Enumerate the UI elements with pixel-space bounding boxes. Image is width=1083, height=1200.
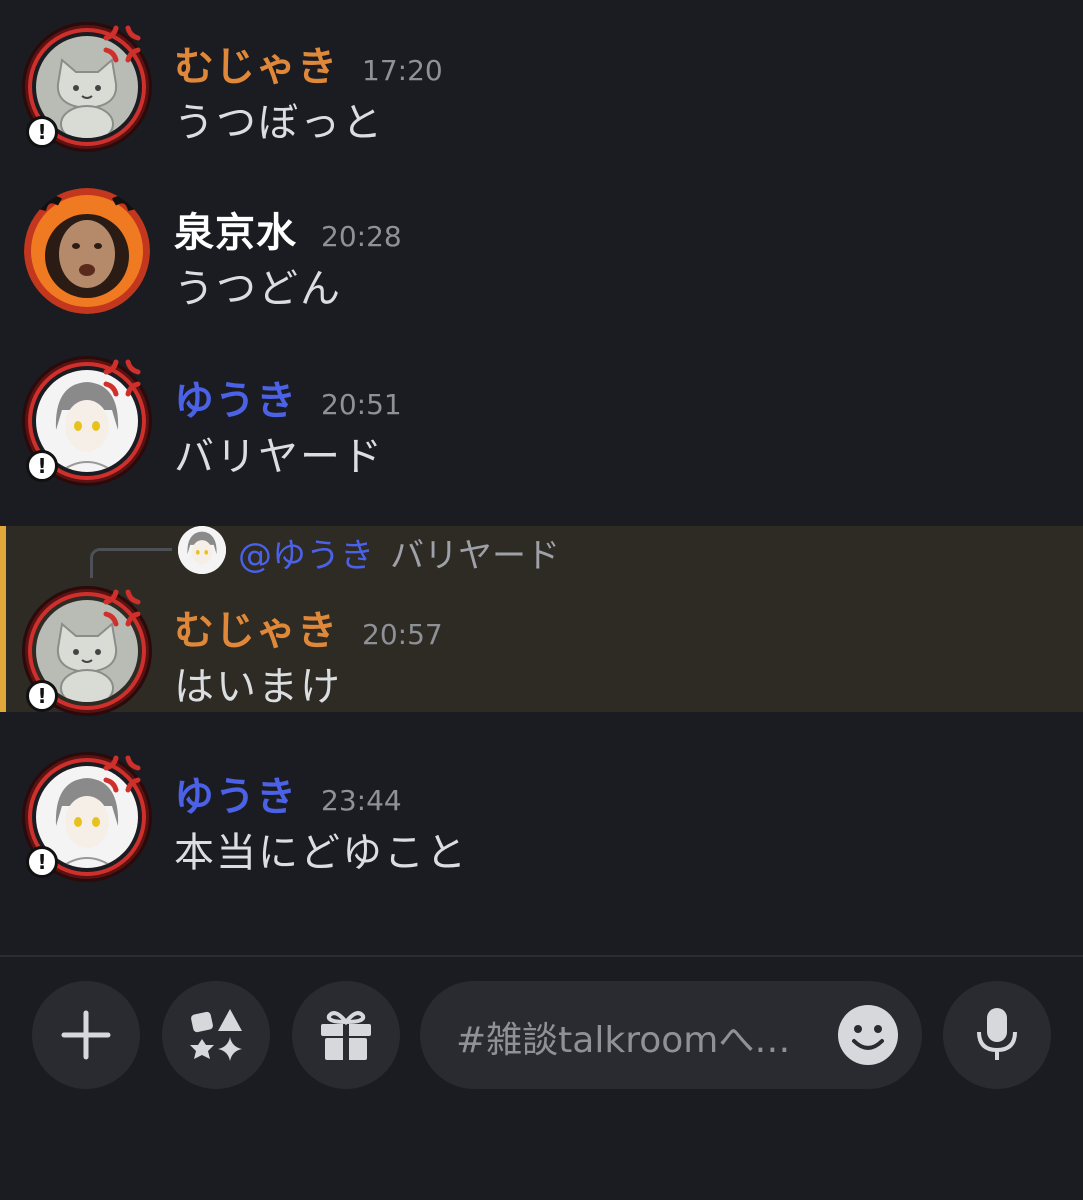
- voice-message-button[interactable]: [943, 981, 1051, 1089]
- exclamation-badge-icon: !: [26, 846, 58, 878]
- message-highlighted[interactable]: @ゆうき バリヤード ! むじゃき 20:57 はいまけ: [0, 526, 1083, 712]
- message[interactable]: ! ゆうき 20:51 バリヤード: [0, 354, 1083, 494]
- message-text: うつぼっと: [174, 100, 384, 146]
- reply-connector: [90, 548, 172, 578]
- message[interactable]: 泉京水 20:28 うつどん: [0, 186, 1083, 326]
- avatar[interactable]: [24, 188, 150, 314]
- avatar[interactable]: !: [24, 358, 150, 484]
- message-author[interactable]: むじゃき 20:57: [174, 598, 443, 656]
- message-input-placeholder: #雑談talkroomへ…: [456, 1020, 791, 1061]
- message-text: はいまけ: [174, 664, 342, 710]
- message-timestamp: 17:20: [362, 54, 443, 87]
- app-shapes-icon: [190, 1009, 242, 1061]
- anger-mark-icon: [103, 25, 141, 63]
- reply-mention[interactable]: @ゆうき: [238, 536, 374, 576]
- fire-avatar-image: [24, 188, 150, 314]
- exclamation-badge-icon: !: [26, 116, 58, 148]
- author-name[interactable]: むじゃき: [174, 44, 338, 90]
- message-timestamp: 20:57: [362, 618, 443, 651]
- message-author[interactable]: ゆうき 23:44: [174, 764, 402, 822]
- message-text: うつどん: [174, 266, 342, 312]
- avatar[interactable]: !: [24, 754, 150, 880]
- author-name[interactable]: ゆうき: [174, 774, 297, 820]
- reply-preview-text: バリヤード: [390, 536, 560, 576]
- message-text: バリヤード: [174, 434, 384, 480]
- message-timestamp: 20:28: [321, 220, 402, 253]
- message-timestamp: 23:44: [321, 784, 402, 817]
- avatar[interactable]: !: [24, 588, 150, 714]
- message-timestamp: 20:51: [321, 388, 402, 421]
- message-list[interactable]: ! むじゃき 17:20 うつぼっと 泉京水 20:28 うつどん ! ゆうき …: [0, 0, 1083, 955]
- author-name[interactable]: 泉京水: [174, 210, 297, 256]
- gift-button[interactable]: [292, 981, 400, 1089]
- add-attachment-button[interactable]: [32, 981, 140, 1089]
- exclamation-badge-icon: !: [26, 450, 58, 482]
- anger-mark-icon: [103, 359, 141, 397]
- avatar[interactable]: !: [24, 24, 150, 150]
- reply-avatar: [178, 526, 226, 574]
- plus-icon: [61, 1010, 111, 1060]
- author-name[interactable]: むじゃき: [174, 608, 338, 654]
- message-text: 本当にどゆこと: [174, 830, 468, 876]
- reply-reference[interactable]: @ゆうき バリヤード: [90, 526, 690, 578]
- reply-preview: @ゆうき バリヤード: [238, 528, 560, 577]
- anger-mark-icon: [103, 589, 141, 627]
- composer-bar: #雑談talkroomへ…: [0, 957, 1083, 1200]
- message[interactable]: ! ゆうき 23:44 本当にどゆこと: [0, 750, 1083, 890]
- message[interactable]: ! むじゃき 17:20 うつぼっと: [0, 20, 1083, 160]
- message-author[interactable]: むじゃき 17:20: [174, 34, 443, 92]
- microphone-icon: [977, 1008, 1017, 1060]
- apps-button[interactable]: [162, 981, 270, 1089]
- author-name[interactable]: ゆうき: [174, 378, 297, 424]
- message-input[interactable]: #雑談talkroomへ…: [420, 981, 922, 1089]
- emoji-icon[interactable]: [836, 1003, 900, 1067]
- message-author[interactable]: ゆうき 20:51: [174, 368, 402, 426]
- message-author[interactable]: 泉京水 20:28: [174, 200, 402, 258]
- gift-icon: [321, 1011, 371, 1060]
- anger-mark-icon: [103, 755, 141, 793]
- exclamation-badge-icon: !: [26, 680, 58, 712]
